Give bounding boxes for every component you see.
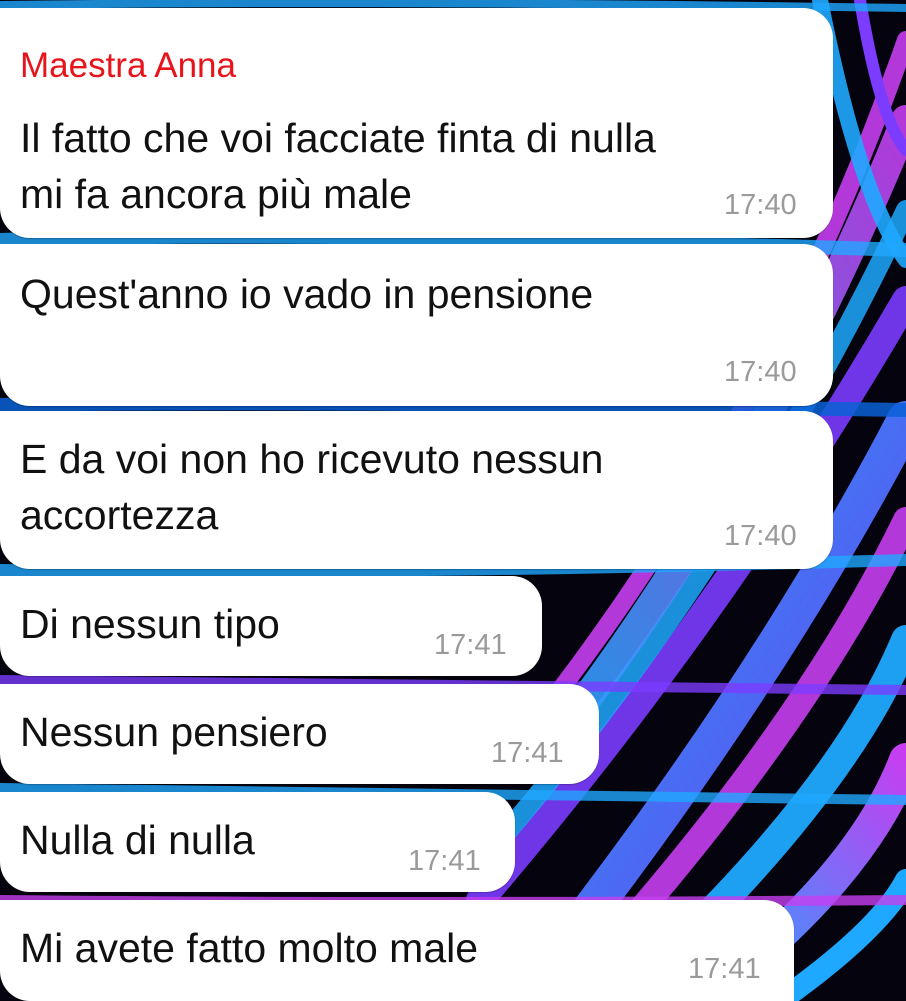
message-text: Il fatto che voi facciate finta di nulla… <box>20 115 656 217</box>
message-bubble[interactable]: Quest'anno io vado in pensione 17:40 <box>0 244 833 406</box>
message-time: 17:40 <box>724 520 797 552</box>
message-time: 17:41 <box>491 737 564 769</box>
sender-name[interactable]: Maestra Anna <box>20 44 236 88</box>
message-time: 17:41 <box>434 629 507 661</box>
message-bubble[interactable]: Di nessun tipo 17:41 <box>0 576 542 676</box>
message-bubble[interactable]: Mi avete fatto molto male 17:41 <box>0 900 794 1001</box>
message-bubble[interactable]: Nulla di nulla 17:41 <box>0 792 515 892</box>
message-text: Nessun pensiero <box>20 709 328 755</box>
message-bubble[interactable]: E da voi non ho ricevuto nessun accortez… <box>0 411 833 569</box>
message-bubble[interactable]: Nessun pensiero 17:41 <box>0 684 599 784</box>
message-bubble[interactable]: Maestra Anna Il fatto che voi facciate f… <box>0 8 833 238</box>
message-time: 17:41 <box>408 845 481 877</box>
message-text: E da voi non ho ricevuto nessun accortez… <box>20 436 604 538</box>
message-time: 17:40 <box>724 189 797 221</box>
message-text: Nulla di nulla <box>20 817 255 863</box>
message-text: Quest'anno io vado in pensione <box>20 271 594 317</box>
message-time: 17:41 <box>688 953 761 985</box>
message-time: 17:40 <box>724 356 797 388</box>
message-text: Mi avete fatto molto male <box>20 925 479 971</box>
message-text: Di nessun tipo <box>20 601 280 647</box>
